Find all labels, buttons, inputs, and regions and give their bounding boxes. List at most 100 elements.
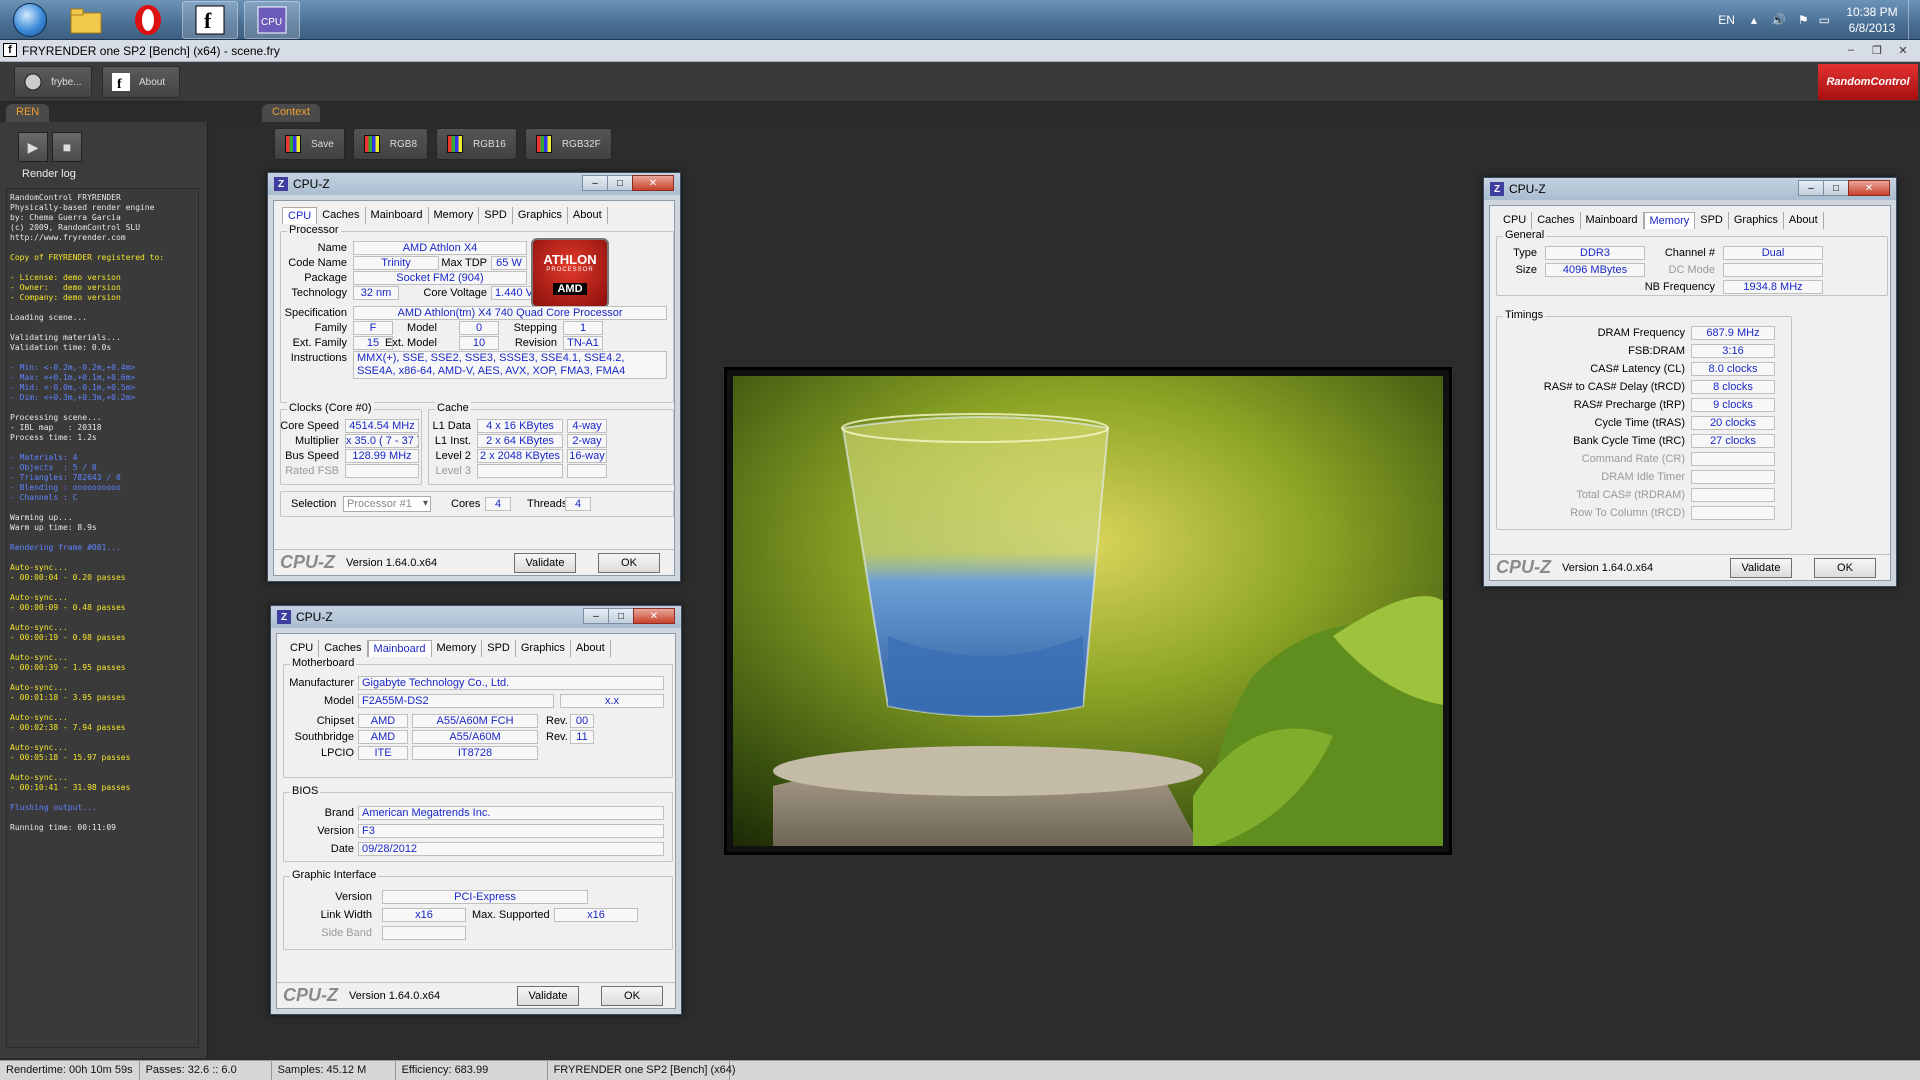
volume-icon[interactable]: 🔊 bbox=[1771, 13, 1786, 27]
l1data-way: 4-way bbox=[567, 419, 607, 433]
tab-memory[interactable]: Memory bbox=[1643, 212, 1696, 229]
ok-button[interactable]: OK bbox=[601, 986, 663, 1006]
cpuz-title: CPU-Z bbox=[1509, 182, 1546, 196]
amd-athlon-logo: ATHLON PROCESSOR AMD bbox=[531, 238, 609, 308]
timings-group-label: Timings bbox=[1503, 309, 1546, 321]
selection-label: Selection bbox=[291, 498, 337, 510]
general-group-label: General bbox=[1503, 229, 1547, 241]
tab-mainboard[interactable]: Mainboard bbox=[1581, 212, 1644, 229]
taskbar-fryrender[interactable]: f bbox=[182, 1, 238, 39]
athlon-logo-sub: PROCESSOR bbox=[546, 267, 594, 273]
tab-about[interactable]: About bbox=[1784, 212, 1824, 229]
log-line: Auto-sync... bbox=[10, 623, 68, 632]
tab-render[interactable]: REN bbox=[6, 104, 50, 122]
family-value: F bbox=[353, 321, 393, 335]
log-line: - License: demo version bbox=[10, 273, 121, 282]
tab-about[interactable]: About bbox=[568, 207, 608, 224]
tab-caches[interactable]: Caches bbox=[319, 640, 368, 657]
rgb16-button[interactable]: RGB16 bbox=[436, 128, 517, 160]
minimize-button[interactable]: – bbox=[1840, 42, 1862, 58]
rgb32f-button[interactable]: RGB32F bbox=[524, 128, 612, 160]
trp-label: RAS# Precharge (tRP) bbox=[1573, 399, 1685, 411]
cpuz-titlebar[interactable]: Z CPU-Z – □ ✕ bbox=[1484, 178, 1896, 200]
cpuz-titlebar[interactable]: Z CPU-Z – □ ✕ bbox=[268, 173, 680, 195]
play-button[interactable]: ▶ bbox=[18, 132, 48, 162]
tab-memory[interactable]: Memory bbox=[432, 640, 483, 657]
validate-button[interactable]: Validate bbox=[517, 986, 579, 1006]
cpuz-body: CPU Caches Mainboard Memory SPD Graphics… bbox=[273, 200, 675, 576]
tab-spd[interactable]: SPD bbox=[479, 207, 513, 224]
processor-select[interactable]: Processor #1 bbox=[343, 496, 431, 512]
l1inst-value: 2 x 64 KBytes bbox=[477, 434, 563, 448]
log-line: Auto-sync... bbox=[10, 593, 68, 602]
tab-caches[interactable]: Caches bbox=[317, 207, 366, 224]
tab-spd[interactable]: SPD bbox=[482, 640, 516, 657]
trdram-value bbox=[1691, 488, 1775, 502]
ok-button[interactable]: OK bbox=[1814, 558, 1876, 578]
maximize-button[interactable]: □ bbox=[1823, 180, 1849, 196]
cpuz-window-cpu[interactable]: Z CPU-Z – □ ✕ CPU Caches Mainboard Memory … bbox=[267, 172, 681, 582]
save-button[interactable]: Save bbox=[274, 128, 345, 160]
log-line: Auto-sync... bbox=[10, 773, 68, 782]
validate-button[interactable]: Validate bbox=[514, 553, 576, 573]
rgb8-button[interactable]: RGB8 bbox=[352, 128, 429, 160]
ok-button[interactable]: OK bbox=[598, 553, 660, 573]
tab-graphics[interactable]: Graphics bbox=[513, 207, 568, 224]
gi-version-value: PCI-Express bbox=[382, 890, 588, 904]
mem-type-label: Type bbox=[1513, 247, 1537, 259]
tab-mainboard[interactable]: Mainboard bbox=[367, 640, 432, 657]
maximize-button[interactable]: □ bbox=[608, 608, 634, 624]
render-log[interactable]: RandomControl FRYRENDER Physically-based … bbox=[6, 188, 199, 1048]
codename-label: Code Name bbox=[288, 257, 347, 269]
validate-button[interactable]: Validate bbox=[1730, 558, 1792, 578]
maximize-button[interactable]: ❐ bbox=[1866, 42, 1888, 58]
close-button[interactable]: ✕ bbox=[633, 608, 675, 624]
fryrender-menu-button[interactable]: frybe... bbox=[14, 66, 92, 98]
about-button[interactable]: f About bbox=[102, 66, 180, 98]
taskbar-opera[interactable] bbox=[120, 1, 176, 39]
render-sphere-icon bbox=[24, 73, 42, 91]
taskbar-explorer[interactable] bbox=[58, 1, 114, 39]
multiplier-value: x 35.0 ( 7 - 37 ) bbox=[345, 434, 419, 448]
rgb16-label: RGB16 bbox=[473, 138, 506, 150]
status-passes: Passes: 32.6 :: 6.0 bbox=[140, 1061, 272, 1080]
processor-group: Processor Name AMD Athlon X4 Code Name T… bbox=[280, 224, 674, 403]
cpuz-titlebar[interactable]: Z CPU-Z – □ ✕ bbox=[271, 606, 681, 628]
tab-cpu[interactable]: CPU bbox=[282, 207, 318, 224]
minimize-button[interactable]: – bbox=[583, 608, 609, 624]
minimize-button[interactable]: – bbox=[582, 175, 608, 191]
close-button[interactable]: ✕ bbox=[632, 175, 674, 191]
minimize-button[interactable]: – bbox=[1798, 180, 1824, 196]
flag-icon[interactable]: ⚑ bbox=[1798, 13, 1809, 27]
cpuz-window-mainboard[interactable]: Z CPU-Z – □ ✕ CPU Caches Mainboard Memory … bbox=[270, 605, 682, 1015]
start-button[interactable] bbox=[2, 1, 58, 39]
tab-mainboard[interactable]: Mainboard bbox=[366, 207, 429, 224]
tab-graphics[interactable]: Graphics bbox=[516, 640, 571, 657]
southbridge-vendor: AMD bbox=[358, 730, 408, 744]
network-icon[interactable]: ▭ bbox=[1819, 13, 1830, 27]
language-indicator[interactable]: EN bbox=[1718, 13, 1735, 27]
tab-graphics[interactable]: Graphics bbox=[1729, 212, 1784, 229]
render-log-title: Render log bbox=[22, 168, 76, 180]
mem-size-value: 4096 MBytes bbox=[1545, 263, 1645, 277]
tray-expand-icon[interactable]: ▴ bbox=[1751, 13, 1757, 27]
tab-cpu[interactable]: CPU bbox=[1498, 212, 1533, 229]
close-button[interactable]: ✕ bbox=[1848, 180, 1890, 196]
tab-memory[interactable]: Memory bbox=[429, 207, 480, 224]
tab-about[interactable]: About bbox=[571, 640, 611, 657]
maximize-button[interactable]: □ bbox=[607, 175, 633, 191]
show-desktop-button[interactable] bbox=[1908, 0, 1920, 40]
revision-value: TN-A1 bbox=[563, 336, 603, 350]
busspeed-label: Bus Speed bbox=[285, 450, 339, 462]
clock[interactable]: 10:38 PM 6/8/2013 bbox=[1836, 4, 1908, 36]
tab-caches[interactable]: Caches bbox=[1532, 212, 1581, 229]
cpuz-window-memory[interactable]: Z CPU-Z – □ ✕ CPU Caches Mainboard Memory … bbox=[1483, 177, 1897, 587]
tab-cpu[interactable]: CPU bbox=[285, 640, 320, 657]
taskbar-cpuz[interactable]: CPU bbox=[244, 1, 300, 39]
stop-button[interactable]: ■ bbox=[52, 132, 82, 162]
close-button[interactable]: ✕ bbox=[1892, 42, 1914, 58]
tab-spd[interactable]: SPD bbox=[1695, 212, 1729, 229]
tab-context[interactable]: Context bbox=[262, 104, 320, 122]
corespeed-value: 4514.54 MHz bbox=[345, 419, 419, 433]
render-panel: ▶ ■ Render log RandomControl FRYRENDER Ph… bbox=[0, 122, 208, 1058]
